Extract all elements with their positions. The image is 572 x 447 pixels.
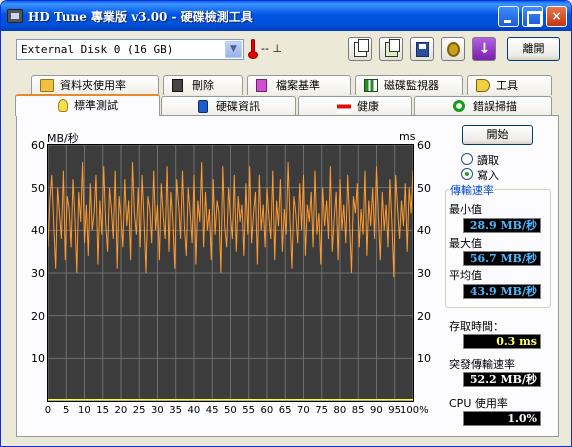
right-tick-label: 60	[417, 139, 431, 152]
x-tick-label: 85	[351, 405, 365, 416]
x-tick-label: 90	[370, 405, 383, 416]
x-tick-label: 65	[278, 405, 292, 416]
avg-value: 43.9 MB/秒	[463, 284, 541, 299]
left-tick-label: 30	[31, 267, 45, 280]
max-label: 最大值	[449, 237, 482, 250]
max-value: 56.7 MB/秒	[463, 251, 541, 266]
access-time-value: 0.3 ms	[463, 334, 541, 349]
left-tick-label: 10	[31, 352, 45, 366]
thermometer-icon	[248, 39, 258, 59]
save-button[interactable]	[410, 37, 434, 61]
avg-label: 平均值	[449, 269, 482, 282]
window-title: HD Tune 專業版 v3.00 - 硬碟檢測工具	[28, 10, 253, 24]
radio-dot-selected	[461, 168, 473, 180]
x-tick-label: 10	[78, 405, 91, 416]
copy-image-button[interactable]	[379, 37, 403, 61]
title-bar[interactable]: HD Tune 專業版 v3.00 - 硬碟檢測工具 ×	[1, 1, 571, 31]
app-icon	[7, 9, 23, 23]
drive-select[interactable]: External Disk 0 (16 GB) ▼	[16, 39, 244, 60]
copy-text-button[interactable]	[348, 37, 372, 61]
close-button[interactable]: ×	[546, 6, 567, 27]
hdtune-window: HD Tune 專業版 v3.00 - 硬碟檢測工具 × External Di…	[0, 0, 572, 447]
benchmark-chart	[47, 144, 414, 402]
copy-icon	[354, 39, 369, 57]
copy-image-icon	[385, 39, 400, 57]
x-tick-label: 55	[242, 405, 255, 416]
maximize-button[interactable]	[522, 6, 543, 27]
tab-file-benchmark[interactable]: 檔案基準	[247, 75, 351, 95]
right-tick-label: 30	[417, 267, 431, 280]
folder-icon	[40, 79, 54, 92]
file-benchmark-icon	[256, 79, 267, 92]
exit-button[interactable]: 離開	[507, 37, 560, 61]
tab-drive-info[interactable]: 硬碟資訊	[161, 96, 296, 116]
left-tick-label: 20	[31, 309, 45, 323]
x-tick-label: 15	[96, 405, 109, 416]
left-tick-label: 50	[31, 181, 45, 195]
options-button[interactable]	[441, 37, 465, 61]
tab-error-scan[interactable]: 錯誤掃描	[414, 96, 552, 116]
health-cross-icon	[337, 100, 351, 113]
right-tick-label: 10	[417, 352, 431, 366]
x-tick-label: 20	[114, 405, 128, 416]
tab-disk-monitor[interactable]: 磁碟監視器	[355, 75, 463, 95]
chart-plot	[48, 145, 413, 401]
down-arrow-icon: ↓	[478, 41, 491, 57]
disk-monitor-icon	[364, 79, 378, 92]
x-tick-label: 60	[260, 405, 274, 416]
x-tick-label: 100%	[400, 405, 429, 416]
update-button[interactable]: ↓	[472, 37, 496, 61]
minimize-button[interactable]	[498, 6, 519, 27]
x-tick-label: 75	[315, 405, 328, 416]
x-tick-label: 25	[132, 405, 146, 416]
x-tick-label: 50	[224, 405, 237, 416]
chevron-down-icon[interactable]: ▼	[225, 41, 242, 58]
magnifier-icon	[453, 100, 465, 112]
right-tick-label: 20	[417, 309, 431, 323]
right-tick-label: 50	[417, 181, 431, 195]
drive-select-value: External Disk 0 (16 GB)	[21, 43, 174, 56]
x-tick-label: 80	[333, 405, 347, 416]
read-radio[interactable]: 讀取	[461, 152, 541, 167]
tab-erase[interactable]: 刪除	[163, 75, 243, 95]
temperature-readout: -- ⊥	[261, 42, 283, 55]
trash-icon	[172, 79, 183, 92]
benchmark-panel: MB/秒 ms 10 20 30 40 50 60 10 20 30 40 50 60 0 5 10 15…	[16, 115, 559, 437]
x-tick-label: 0	[44, 405, 52, 416]
transfer-rate-title: 傳輸速率	[449, 182, 495, 198]
tab-health[interactable]: 健康	[298, 96, 412, 116]
write-radio[interactable]: 寫入	[461, 167, 541, 182]
right-axis-label: ms	[399, 130, 416, 143]
min-value: 28.9 MB/秒	[463, 218, 541, 233]
speaker-icon	[476, 79, 490, 92]
min-label: 最小值	[449, 203, 482, 216]
x-tick-label: 70	[297, 405, 310, 416]
x-tick-label: 45	[205, 405, 219, 416]
tab-tools[interactable]: 工具	[467, 75, 552, 95]
x-tick-label: 5	[63, 405, 70, 416]
burst-rate-label: 突發傳輸速率	[449, 358, 515, 371]
start-button[interactable]: 開始	[462, 125, 533, 145]
left-tick-label: 40	[31, 224, 45, 238]
right-tick-label: 40	[417, 224, 431, 238]
toolbar: External Disk 0 (16 GB) ▼ -- ⊥ ↓ 離開	[4, 31, 568, 67]
tab-folder-usage[interactable]: 資料夾使用率	[31, 75, 159, 95]
radio-dot	[461, 153, 473, 165]
cpu-usage-label: CPU 使用率	[449, 397, 508, 410]
lightbulb-icon	[58, 99, 68, 112]
burst-rate-value: 52.2 MB/秒	[463, 372, 541, 387]
x-tick-label: 35	[169, 405, 182, 416]
cpu-usage-value: 1.0%	[463, 411, 541, 426]
access-time-label: 存取時間：	[449, 320, 504, 333]
x-tick-label: 30	[151, 405, 164, 416]
x-tick-label: 40	[187, 405, 201, 416]
tab-benchmark[interactable]: 標準測試	[15, 94, 160, 116]
info-icon	[198, 100, 208, 113]
left-tick-label: 60	[31, 139, 45, 152]
floppy-disk-icon	[416, 42, 429, 57]
gear-icon	[447, 42, 460, 57]
